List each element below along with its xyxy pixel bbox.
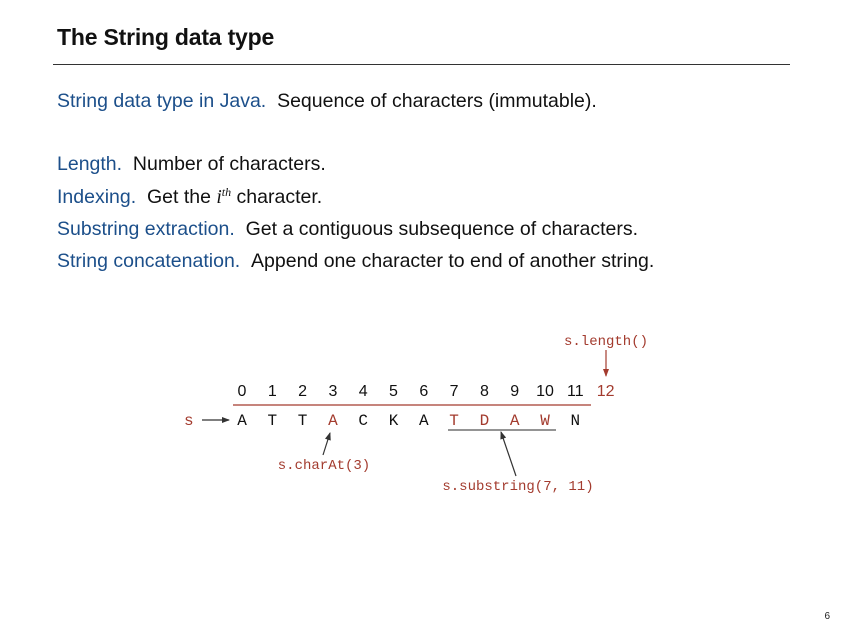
variable-label: s bbox=[184, 412, 194, 430]
string-character: T bbox=[267, 412, 277, 430]
string-character: A bbox=[237, 412, 247, 430]
string-character: C bbox=[358, 412, 368, 430]
charat-label: s.charAt(3) bbox=[278, 458, 370, 474]
string-character: D bbox=[480, 412, 490, 430]
string-character: N bbox=[570, 412, 580, 430]
character-row: ATTACKATDAWN bbox=[237, 412, 580, 430]
index-label: 5 bbox=[389, 383, 398, 400]
string-character: A bbox=[328, 412, 338, 430]
index-label: 3 bbox=[328, 383, 337, 400]
string-character: W bbox=[540, 412, 550, 430]
page-number: 6 bbox=[824, 611, 830, 622]
string-character: T bbox=[449, 412, 459, 430]
index-label: 1 bbox=[268, 383, 277, 400]
string-character: K bbox=[389, 412, 399, 430]
string-character: A bbox=[419, 412, 429, 430]
string-character: A bbox=[510, 412, 520, 430]
index-label: 8 bbox=[480, 383, 489, 400]
index-label: 2 bbox=[298, 383, 307, 400]
index-label: 4 bbox=[359, 383, 368, 400]
string-character: T bbox=[298, 412, 308, 430]
index-row: 0 1 2 3 4 5 6 7 8 9 10 11 12 bbox=[238, 383, 615, 400]
index-label: 9 bbox=[510, 383, 519, 400]
charat-arrow bbox=[322, 432, 331, 456]
index-label: 6 bbox=[419, 383, 428, 400]
string-diagram: 0 1 2 3 4 5 6 7 8 9 10 11 12 ATTACKATDAWN s s.length… bbox=[184, 334, 648, 495]
substring-label: s.substring(7, 11) bbox=[442, 479, 593, 495]
substring-arrow bbox=[500, 431, 517, 477]
index-label: 12 bbox=[597, 383, 615, 400]
index-label: 11 bbox=[567, 383, 584, 400]
index-label: 7 bbox=[450, 383, 459, 400]
length-label: s.length() bbox=[564, 334, 648, 350]
index-label: 0 bbox=[238, 383, 247, 400]
index-label: 10 bbox=[536, 383, 554, 400]
